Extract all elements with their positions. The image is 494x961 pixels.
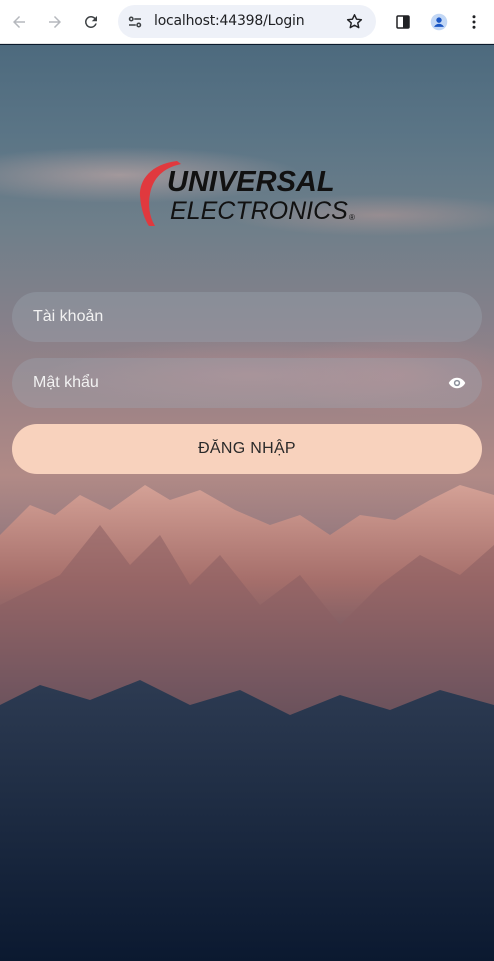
side-panel-button[interactable] — [385, 4, 421, 40]
url-text[interactable]: localhost:44398/Login — [154, 13, 305, 29]
svg-text:®: ® — [349, 213, 355, 222]
svg-text:UNIVERSAL: UNIVERSAL — [167, 166, 335, 198]
profile-button[interactable] — [421, 4, 457, 40]
menu-button[interactable] — [456, 4, 492, 40]
password-input[interactable] — [12, 358, 482, 408]
eye-icon[interactable] — [448, 375, 466, 391]
back-button[interactable] — [1, 4, 37, 40]
svg-text:ELECTRONICS: ELECTRONICS — [170, 197, 348, 225]
address-bar[interactable]: localhost:44398/Login — [118, 5, 376, 38]
reload-button[interactable] — [73, 4, 109, 40]
kebab-menu-icon — [472, 15, 476, 29]
login-page: UNIVERSAL ELECTRONICS ® ĐĂNG NHẬP — [0, 45, 494, 961]
side-panel-icon — [396, 15, 410, 29]
forward-arrow-icon — [49, 16, 61, 28]
mountain-background — [0, 485, 494, 961]
forward-button[interactable] — [37, 4, 73, 40]
universal-electronics-logo: UNIVERSAL ELECTRONICS ® — [139, 161, 355, 226]
back-arrow-icon — [13, 16, 25, 28]
username-field[interactable] — [12, 292, 482, 342]
bookmark-star-icon[interactable] — [345, 12, 364, 31]
password-field[interactable] — [12, 358, 482, 408]
browser-toolbar: localhost:44398/Login — [0, 0, 494, 44]
username-input[interactable] — [12, 292, 482, 342]
profile-avatar-icon — [430, 13, 448, 31]
reload-icon — [84, 15, 97, 28]
login-button[interactable]: ĐĂNG NHẬP — [12, 424, 482, 474]
site-info-icon[interactable] — [126, 13, 144, 31]
